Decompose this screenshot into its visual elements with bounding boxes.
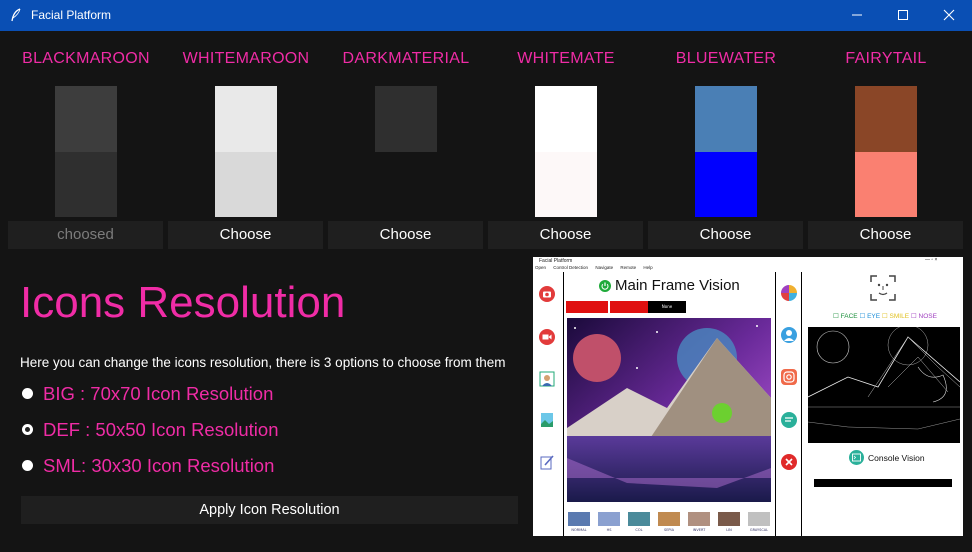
camera-icon — [539, 286, 555, 302]
console-icon — [849, 450, 864, 465]
window-title: Facial Platform — [31, 8, 112, 22]
instagram-icon — [781, 369, 797, 385]
preview-menu-item: Help — [643, 265, 653, 270]
user-icon — [781, 327, 797, 343]
theme-name-darkmaterial: DARKMATERIAL — [342, 50, 470, 67]
preview-filter-label: COL — [635, 528, 643, 532]
preview-filter-thumb — [598, 512, 620, 526]
preview-menubar: Open Control Detection Navigate Remote H… — [533, 265, 963, 272]
theme-swatch-top — [215, 86, 277, 152]
feather-app-icon — [11, 8, 21, 22]
icons-resolution-description: Here you can change the icons resolution… — [20, 355, 506, 370]
theme-name-fairytail: FAIRYTAIL — [845, 50, 927, 67]
preview-console-label: Console Vision — [868, 453, 925, 463]
theme-name-blackmaroon: BLACKMAROON — [22, 50, 150, 67]
preview-divider — [563, 272, 564, 536]
theme-swatch-bottom — [375, 152, 437, 217]
radio-button[interactable] — [22, 460, 33, 471]
preview-menu-item: Remote — [620, 265, 637, 270]
preview-menu-item: Navigate — [595, 265, 614, 270]
icons-resolution-heading: Icons Resolution — [20, 278, 346, 327]
preview-titlebar: Facial Platform — ▫ × — [533, 257, 963, 265]
preview-check-eye: EYE — [867, 313, 881, 320]
preview-menu-item: Open — [535, 265, 547, 270]
theme-swatch-top — [695, 86, 757, 152]
theme-swatch-top — [55, 86, 117, 152]
preview-detection-checks: ☐ FACE ☐ EYE ☐ SMILE ☐ NOSE — [833, 313, 937, 320]
maximize-icon — [898, 10, 908, 20]
preview-filter-thumb — [568, 512, 590, 526]
radio-label: SML: 30x30 Icon Resolution — [43, 455, 275, 476]
preview-check-nose: NOSE — [918, 313, 937, 320]
face-detect-icon — [870, 275, 896, 301]
theme-swatch-bottom — [535, 152, 597, 217]
preview-filter-thumb — [718, 512, 740, 526]
preview-window-controls: — ▫ × — [925, 257, 938, 263]
power-icon — [599, 280, 611, 292]
radio-button[interactable] — [22, 388, 33, 399]
choose-fairytail-button[interactable]: Choose — [808, 221, 963, 249]
theme-swatch-bottom — [855, 152, 917, 217]
preview-edge-image — [808, 327, 960, 443]
theme-name-bluewater: BLUEWATER — [675, 50, 777, 67]
chat-icon — [781, 412, 797, 428]
preview-window-title: Facial Platform — [539, 258, 573, 264]
preview-divider — [775, 272, 776, 536]
preview-pill — [566, 301, 608, 313]
radio-label: BIG : 70x70 Icon Resolution — [43, 383, 274, 404]
choose-bluewater-button[interactable]: Choose — [648, 221, 803, 249]
minimize-button[interactable] — [834, 0, 880, 31]
edit-document-icon — [540, 455, 554, 470]
preview-filter-label: LIN — [726, 528, 732, 532]
close-circle-icon — [781, 454, 797, 470]
preview-filter-label: HS — [606, 528, 612, 532]
choose-whitemate-button[interactable]: Choose — [488, 221, 643, 249]
theme-preview-image: Facial Platform — ▫ × Open Control Detec… — [533, 257, 963, 536]
theme-swatch-bottom — [55, 152, 117, 217]
theme-swatch-top — [855, 86, 917, 152]
theme-name-whitemaroon: WHITEMAROON — [182, 50, 310, 67]
maximize-button[interactable] — [880, 0, 926, 31]
theme-swatch-bottom — [695, 152, 757, 217]
preview-main-title: Main Frame Vision — [615, 277, 740, 294]
choose-blackmaroon-button[interactable]: choosed — [8, 221, 163, 249]
title-bar: Facial Platform — [0, 0, 972, 31]
preview-check-face: FACE — [840, 313, 858, 320]
preview-filter-label: NORMAL — [571, 528, 587, 532]
pinwheel-icon — [781, 285, 797, 301]
theme-swatch-bottom — [215, 152, 277, 217]
preview-filter-thumb — [658, 512, 680, 526]
minimize-icon — [852, 14, 862, 16]
theme-name-whitemate: WHITEMATE — [517, 50, 615, 67]
preview-filter-thumb — [748, 512, 770, 526]
radio-label: DEF : 50x50 Icon Resolution — [43, 419, 279, 440]
apply-icon-resolution-button[interactable]: Apply Icon Resolution — [21, 496, 518, 524]
preview-pill — [610, 301, 652, 313]
preview-filter-thumb — [628, 512, 650, 526]
radio-button[interactable] — [22, 424, 33, 435]
preview-filter-label: SEPIA — [664, 528, 674, 532]
preview-menu-item: Control Detection — [553, 265, 589, 270]
choose-darkmaterial-button[interactable]: Choose — [328, 221, 483, 249]
preview-pill: None — [648, 301, 686, 313]
theme-swatch-top — [375, 86, 437, 152]
theme-swatch-top — [535, 86, 597, 152]
preview-filter-label: INVERT — [692, 528, 706, 532]
preview-divider — [801, 272, 802, 536]
face-scan-icon — [539, 371, 555, 387]
image-icon — [541, 413, 553, 427]
close-button[interactable] — [926, 0, 972, 31]
video-icon — [539, 329, 555, 345]
preview-check-smile: SMILE — [889, 313, 910, 320]
close-icon — [943, 9, 955, 21]
preview-filter-thumb — [688, 512, 710, 526]
choose-whitemaroon-button[interactable]: Choose — [168, 221, 323, 249]
preview-main-image — [567, 318, 771, 502]
preview-console-bar — [814, 479, 952, 487]
preview-filter-label: GRAYSCAL — [749, 528, 769, 532]
